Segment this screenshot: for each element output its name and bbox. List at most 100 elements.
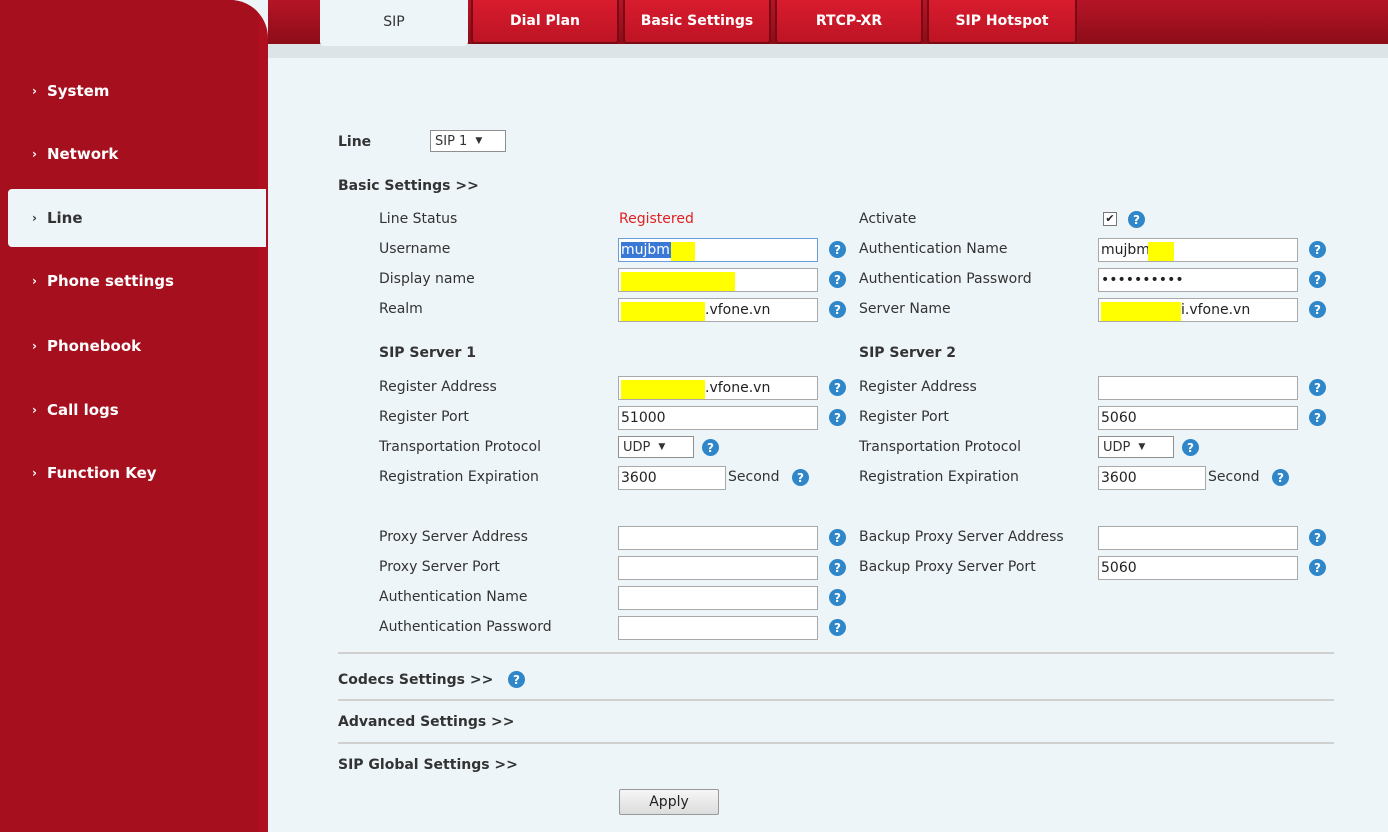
- sidebar-item-label: Function Key: [46, 464, 157, 482]
- help-icon[interactable]: ?: [1182, 439, 1199, 456]
- server1-register-address-field[interactable]: .vfone.vn: [618, 376, 818, 400]
- help-icon[interactable]: ?: [829, 241, 846, 258]
- chevron-right-icon: ›: [32, 466, 37, 480]
- basic-settings-toggle[interactable]: Basic Settings >>: [338, 178, 479, 194]
- tab-rtcp-xr[interactable]: RTCP-XR: [775, 0, 923, 44]
- dropdown-arrow-icon: ▼: [1138, 442, 1146, 452]
- codecs-settings-toggle[interactable]: Codecs Settings >>: [338, 672, 493, 688]
- line-label: Line: [338, 134, 372, 150]
- authentication-name-value: mujbm: [1101, 242, 1150, 258]
- sidebar-item-call-logs[interactable]: › Call logs: [0, 381, 266, 439]
- server2-transport-select[interactable]: UDP ▼: [1098, 436, 1174, 458]
- help-icon[interactable]: ?: [1309, 529, 1326, 546]
- line-select[interactable]: SIP 1 ▼: [430, 130, 506, 152]
- server1-expiration-value: 3600: [621, 470, 657, 486]
- sidebar-item-label: Phone settings: [46, 272, 174, 290]
- proxy-auth-name-label: Authentication Name: [379, 589, 528, 605]
- redaction-mark: [621, 302, 705, 321]
- sidebar-item-network[interactable]: › Network: [0, 125, 266, 183]
- display-name-label: Display name: [379, 271, 475, 287]
- authentication-password-label: Authentication Password: [859, 271, 1032, 287]
- sidebar-item-label: Network: [46, 145, 119, 163]
- sidebar-item-phone-settings[interactable]: › Phone settings: [0, 252, 266, 310]
- username-field[interactable]: mujbm6: [618, 238, 818, 262]
- server2-transport-label: Transportation Protocol: [859, 439, 1021, 455]
- redaction-mark: [1101, 302, 1181, 321]
- help-icon[interactable]: ?: [1309, 559, 1326, 576]
- help-icon[interactable]: ?: [829, 529, 846, 546]
- sidebar-item-label: Phonebook: [46, 337, 142, 355]
- chevron-right-icon: ›: [32, 339, 37, 353]
- proxy-auth-name-field[interactable]: [618, 586, 818, 610]
- help-icon[interactable]: ?: [1128, 211, 1145, 228]
- help-icon[interactable]: ?: [508, 671, 525, 688]
- help-icon[interactable]: ?: [1309, 301, 1326, 318]
- backup-proxy-port-value: 5060: [1101, 560, 1137, 576]
- backup-proxy-port-label: Backup Proxy Server Port: [859, 559, 1036, 575]
- help-icon[interactable]: ?: [829, 271, 846, 288]
- help-icon[interactable]: ?: [829, 559, 846, 576]
- tab-sip[interactable]: SIP: [320, 0, 468, 46]
- sidebar-item-system[interactable]: › System: [0, 62, 266, 120]
- server1-register-port-field[interactable]: 51000: [618, 406, 818, 430]
- chevron-right-icon: ›: [32, 211, 37, 225]
- backup-proxy-port-field[interactable]: 5060: [1098, 556, 1298, 580]
- server1-transport-select[interactable]: UDP ▼: [618, 436, 694, 458]
- help-icon[interactable]: ?: [829, 379, 846, 396]
- tab-dial-plan[interactable]: Dial Plan: [471, 0, 619, 44]
- advanced-settings-toggle[interactable]: Advanced Settings >>: [338, 714, 515, 730]
- server2-register-port-value: 5060: [1101, 410, 1137, 426]
- tab-sip-hotspot[interactable]: SIP Hotspot: [927, 0, 1077, 44]
- authentication-name-field[interactable]: mujbm: [1098, 238, 1298, 262]
- server2-register-port-label: Register Port: [859, 409, 949, 425]
- server1-register-address-label: Register Address: [379, 379, 497, 395]
- help-icon[interactable]: ?: [829, 619, 846, 636]
- dropdown-arrow-icon: ▼: [475, 136, 483, 146]
- sidebar-item-function-key[interactable]: › Function Key: [0, 444, 266, 502]
- sidebar-item-line[interactable]: › Line: [8, 189, 266, 247]
- sip-server-1-title: SIP Server 1: [379, 345, 477, 361]
- server1-register-port-value: 51000: [621, 410, 666, 426]
- help-icon[interactable]: ?: [1309, 409, 1326, 426]
- server2-register-address-field[interactable]: [1098, 376, 1298, 400]
- authentication-name-label: Authentication Name: [859, 241, 1008, 257]
- proxy-address-label: Proxy Server Address: [379, 529, 528, 545]
- backup-proxy-address-field[interactable]: [1098, 526, 1298, 550]
- display-name-field[interactable]: [618, 268, 818, 292]
- sidebar-item-label: Line: [46, 209, 83, 227]
- authentication-password-field[interactable]: ••••••••••: [1098, 268, 1298, 292]
- server-name-label: Server Name: [859, 301, 951, 317]
- realm-value: .vfone.vn: [705, 302, 771, 318]
- server-name-field[interactable]: i.vfone.vn: [1098, 298, 1298, 322]
- server1-transport-label: Transportation Protocol: [379, 439, 541, 455]
- authentication-password-value: ••••••••••: [1101, 272, 1184, 288]
- help-icon[interactable]: ?: [702, 439, 719, 456]
- help-icon[interactable]: ?: [829, 589, 846, 606]
- server1-expiration-field[interactable]: 3600: [618, 466, 726, 490]
- sip-global-settings-toggle[interactable]: SIP Global Settings >>: [338, 757, 518, 773]
- help-icon[interactable]: ?: [1309, 241, 1326, 258]
- server2-register-address-label: Register Address: [859, 379, 977, 395]
- chevron-right-icon: ›: [32, 274, 37, 288]
- server2-register-port-field[interactable]: 5060: [1098, 406, 1298, 430]
- tab-basic-settings[interactable]: Basic Settings: [623, 0, 771, 44]
- apply-button[interactable]: Apply: [619, 789, 719, 815]
- tab-bar-shadow: [268, 44, 1388, 58]
- sidebar-item-phonebook[interactable]: › Phonebook: [0, 317, 266, 375]
- proxy-port-field[interactable]: [618, 556, 818, 580]
- help-icon[interactable]: ?: [1272, 469, 1289, 486]
- proxy-auth-password-field[interactable]: [618, 616, 818, 640]
- help-icon[interactable]: ?: [792, 469, 809, 486]
- help-icon[interactable]: ?: [1309, 271, 1326, 288]
- sip-server-2-title: SIP Server 2: [859, 345, 957, 361]
- proxy-address-field[interactable]: [618, 526, 818, 550]
- server2-expiration-field[interactable]: 3600: [1098, 466, 1206, 490]
- server1-register-port-label: Register Port: [379, 409, 469, 425]
- activate-checkbox[interactable]: ✔: [1103, 212, 1117, 226]
- help-icon[interactable]: ?: [1309, 379, 1326, 396]
- realm-field[interactable]: .vfone.vn: [618, 298, 818, 322]
- help-icon[interactable]: ?: [829, 409, 846, 426]
- proxy-auth-password-label: Authentication Password: [379, 619, 552, 635]
- section-divider: [338, 652, 1334, 654]
- help-icon[interactable]: ?: [829, 301, 846, 318]
